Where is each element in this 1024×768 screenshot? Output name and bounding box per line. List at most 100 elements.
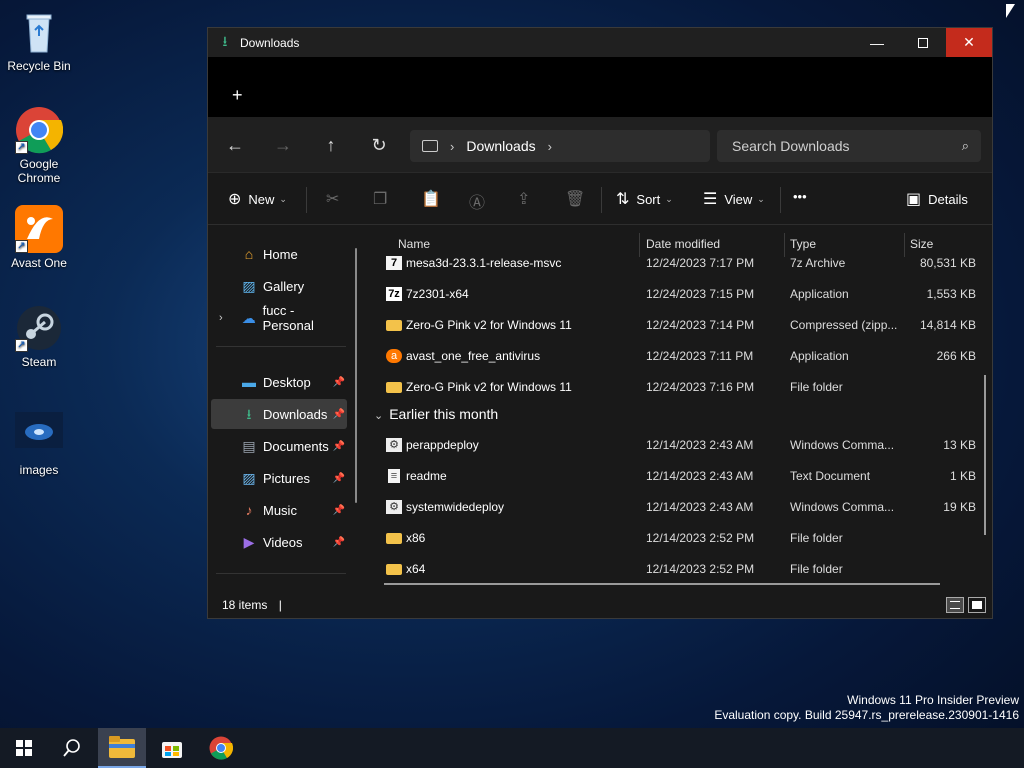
chevron-down-icon: ⌄ [665,193,673,204]
pin-icon[interactable]: 📌 [333,409,345,420]
file-size: 19 KB [943,500,976,514]
cut-button[interactable]: ✂ [326,189,346,209]
file-row[interactable]: ⚙ systemwidedeploy 12/14/2023 2:43 AM Wi… [366,492,992,523]
view-list-icon: ☰ [703,191,718,208]
file-size: 1,553 KB [926,287,976,301]
desktop-icon-images[interactable]: images [1,412,77,477]
pin-icon[interactable]: 📌 [333,441,345,452]
details-pane-button[interactable]: ▣ Details [906,189,968,209]
file-row[interactable]: a avast_one_free_antivirus 12/24/2023 7:… [366,341,992,372]
breadcrumb-chevron-icon[interactable]: › [450,139,454,154]
music-icon: ♪ [245,502,253,518]
desktop-icon-steam[interactable]: ↗ Steam [1,304,77,369]
view-button[interactable]: ☰ View ⌄ [703,189,765,209]
title-bar[interactable]: ⭳ Downloads — ✕ [208,28,992,57]
share-icon: ⇪ [517,191,531,208]
sidebar-item-pictures[interactable]: ▨ Pictures 📌 [211,463,347,493]
sidebar-item-onedrive[interactable]: › ☁ fucc - Personal [211,303,347,333]
file-row[interactable]: 7 mesa3d-23.3.1-release-msvc 12/24/2023 … [366,248,992,279]
search-input[interactable]: Search Downloads ⌕ [717,130,981,162]
sidebar-item-label: Desktop [263,374,311,390]
downloads-icon: ⭳ [246,406,252,422]
details-pane-icon: ▣ [906,191,922,208]
back-button[interactable]: ← [223,134,247,158]
desktop-icon-avast-one[interactable]: ↗ Avast One [1,205,77,270]
sidebar-item-videos[interactable]: ▶ Videos 📌 [211,527,347,557]
close-button[interactable]: ✕ [946,28,992,57]
rename-button[interactable]: Ⓐ [469,189,492,213]
sidebar-item-downloads[interactable]: ⭳ Downloads 📌 [211,399,347,429]
start-button[interactable] [0,728,48,768]
file-row[interactable]: x86 12/14/2023 2:52 PM File folder [366,523,992,554]
taskbar-search-button[interactable] [48,728,96,768]
file-explorer-window: ⭳ Downloads — ✕ + ← → ↑ ↻ › Downloads › … [207,27,993,619]
details-view-button[interactable] [946,597,964,613]
sidebar-item-gallery[interactable]: ▨ Gallery [211,271,347,301]
taskbar-microsoft-store[interactable] [148,728,196,768]
sidebar-item-music[interactable]: ♪ Music 📌 [211,495,347,525]
new-button[interactable]: ⊕ New ⌄ [228,189,287,209]
pin-icon[interactable]: 📌 [333,473,345,484]
back-arrow-icon: ← [226,135,244,155]
desktop-icon-google-chrome[interactable]: ↗ Google Chrome [1,106,77,185]
file-row[interactable]: ⚙ perappdeploy 12/14/2023 2:43 AM Window… [366,430,992,461]
taskbar-file-explorer[interactable] [98,728,146,768]
shortcut-arrow-icon: ↗ [15,240,28,253]
shortcut-arrow-icon: ↗ [15,339,28,352]
sidebar-scrollbar[interactable] [355,248,357,503]
address-bar[interactable]: › Downloads › [410,130,710,162]
up-button[interactable]: ↑ [319,134,343,158]
delete-button[interactable]: 🗑 [565,189,592,209]
tiles-view-button[interactable] [968,597,986,613]
file-row[interactable]: Zero-G Pink v2 for Windows 11 12/24/2023… [366,310,992,341]
expand-chevron-icon[interactable]: › [219,312,223,324]
sidebar-item-desktop[interactable]: ▬ Desktop 📌 [211,367,347,397]
pin-icon[interactable]: 📌 [333,537,345,548]
horizontal-scrollbar[interactable] [384,583,940,585]
file-row[interactable]: ≡ readme 12/14/2023 2:43 AM Text Documen… [366,461,992,492]
image-thumbnail-icon [15,412,63,460]
breadcrumb-downloads[interactable]: Downloads [466,138,535,154]
file-name: x86 [406,531,426,545]
file-name: readme [406,469,447,483]
sidebar-item-label: fucc - Personal [262,303,314,333]
paste-button[interactable]: 📋 [421,189,448,209]
pin-icon[interactable]: 📌 [333,505,345,516]
breadcrumb-chevron-icon[interactable]: › [548,139,552,154]
file-size: 14,814 KB [919,318,976,332]
file-row[interactable]: Zero-G Pink v2 for Windows 11 12/24/2023… [366,372,992,403]
share-button[interactable]: ⇪ [517,189,537,209]
desktop-icon-label: Recycle Bin [7,59,71,73]
desktop-icon: ▬ [242,374,256,390]
forward-button[interactable]: → [271,134,295,158]
vertical-scrollbar[interactable] [984,375,986,535]
trash-icon: 🗑 [565,191,586,208]
copy-button[interactable]: ❐ [373,189,394,209]
folder-icon [386,382,402,393]
new-tab-button[interactable]: + [232,85,243,106]
file-date: 12/14/2023 2:43 AM [646,469,754,483]
desktop-icon-recycle-bin[interactable]: Recycle Bin [1,8,77,73]
maximize-button[interactable] [900,28,946,57]
more-icon: ••• [793,189,807,204]
group-header-earlier-this-month[interactable]: ⌄ Earlier this month [374,406,498,422]
file-row[interactable]: x64 12/14/2023 2:52 PM File folder [366,554,992,585]
more-options-button[interactable]: ••• [793,189,807,204]
status-divider: | [278,598,282,612]
sidebar-item-documents[interactable]: ▤ Documents 📌 [211,431,347,461]
taskbar-google-chrome[interactable] [197,728,245,768]
minimize-button[interactable]: — [854,28,900,57]
pin-icon[interactable]: 📌 [333,377,345,388]
sort-button[interactable]: ⇅ Sort ⌄ [616,189,673,209]
file-row[interactable]: 7z 7z2301-x64 12/24/2023 7:15 PM Applica… [366,279,992,310]
file-name: Zero-G Pink v2 for Windows 11 [406,318,572,332]
home-icon: ⌂ [244,246,254,262]
desktop-icon-label: Avast One [11,256,67,270]
microsoft-store-icon [162,742,182,758]
file-size: 80,531 KB [919,256,976,270]
file-size: 266 KB [936,349,976,363]
refresh-button[interactable]: ↻ [367,134,391,158]
sidebar-item-home[interactable]: ⌂ Home [211,239,347,269]
file-date: 12/24/2023 7:17 PM [646,256,755,270]
maximize-icon [918,37,928,48]
